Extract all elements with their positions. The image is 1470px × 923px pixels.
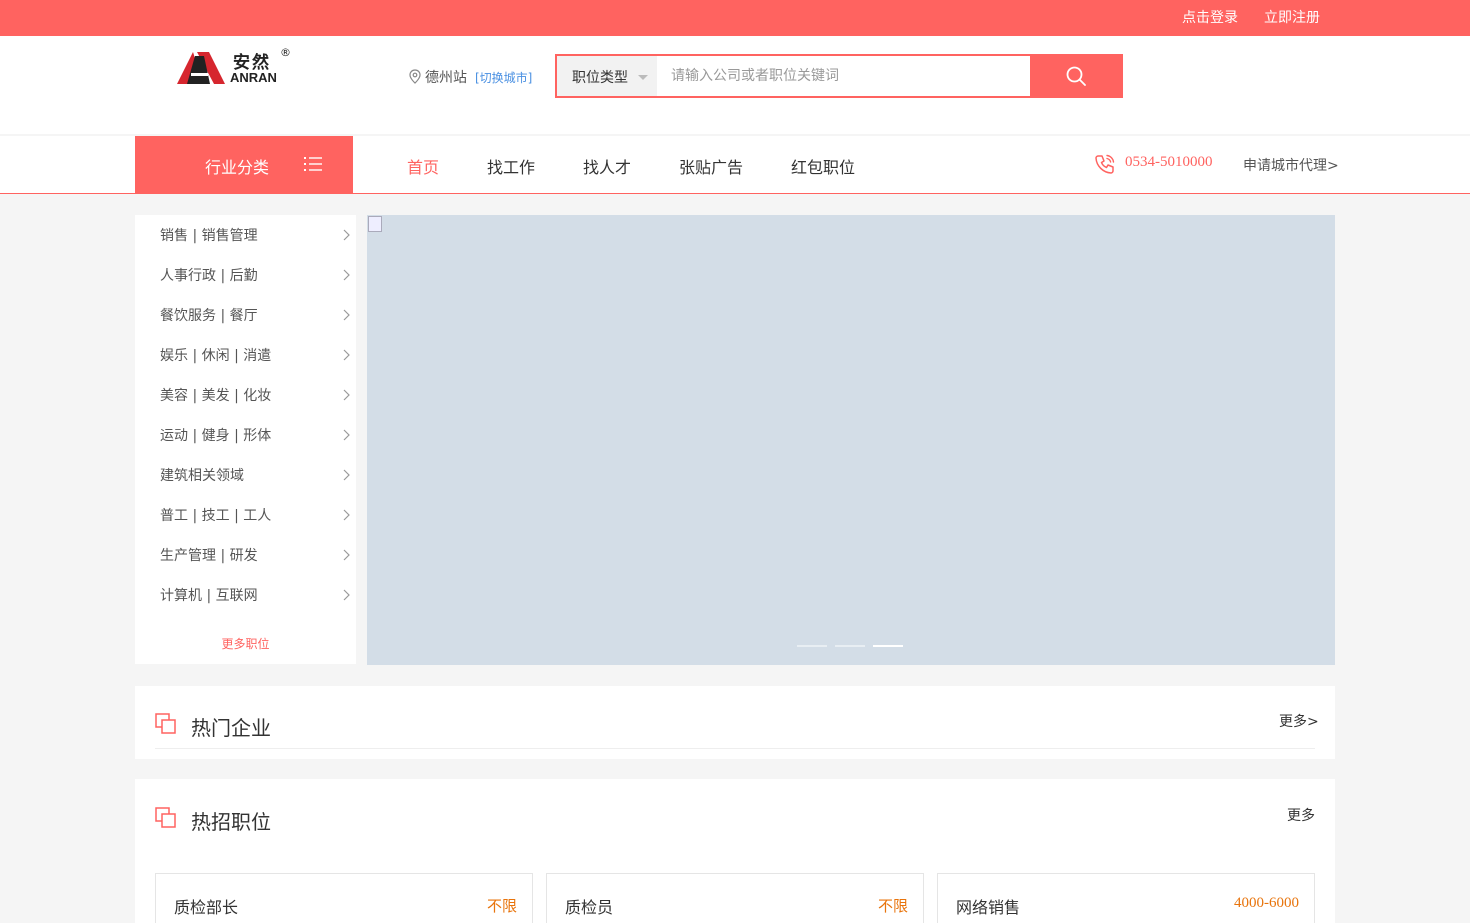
hot-jobs-more-link[interactable]: 更多 (1287, 805, 1315, 825)
job-card[interactable]: 质检部长 不限 (155, 873, 533, 923)
nav-item-find-talent[interactable]: 找人才 (583, 154, 631, 178)
job-title[interactable]: 质检员 (565, 894, 613, 918)
carousel-dot-1[interactable] (797, 645, 827, 647)
chevron-right-icon (343, 509, 350, 521)
chevron-right-icon (343, 549, 350, 561)
sidebar-item-entertainment[interactable]: 娱乐 | 休闲 | 消遣 (135, 335, 356, 375)
category-sidebar: 销售 | 销售管理 人事行政 | 后勤 餐饮服务 | 餐厅 娱乐 | 休闲 | … (135, 215, 356, 664)
sidebar-item-label: 建筑相关领域 (160, 468, 244, 484)
category-label: 行业分类 (205, 158, 270, 177)
job-salary: 4000-6000 (1234, 895, 1299, 911)
search-bar: 职位类型 (555, 54, 1123, 98)
hotline-number: 0534-5010000 (1125, 154, 1213, 170)
carousel-dot-3[interactable] (873, 645, 903, 647)
nav-item-post-ad[interactable]: 张贴广告 (679, 154, 743, 178)
banner-carousel[interactable] (367, 215, 1335, 665)
job-title[interactable]: 网络销售 (956, 894, 1020, 918)
section-title: 热门企业 (191, 716, 271, 740)
sidebar-item-label: 普工 | 技工 | 工人 (160, 508, 272, 524)
sidebar-item-label: 计算机 | 互联网 (160, 588, 258, 604)
location-pin-icon (409, 69, 421, 84)
sidebar-item-sports[interactable]: 运动 | 健身 | 形体 (135, 415, 356, 455)
logo[interactable]: 安然 ANRAN ® (177, 46, 297, 88)
hot-jobs-panel: 热招职位 更多 质检部长 不限 质检员 不限 网络销售 4000-6000 (135, 779, 1335, 923)
sidebar-item-label: 餐饮服务 | 餐厅 (160, 308, 258, 324)
chevron-right-icon (343, 469, 350, 481)
register-link[interactable]: 立即注册 (1264, 8, 1320, 28)
caret-down-icon (638, 75, 648, 80)
section-title: 热招职位 (191, 810, 271, 834)
sidebar-item-hr-admin[interactable]: 人事行政 | 后勤 (135, 255, 356, 295)
job-type-label: 职位类型 (572, 70, 628, 86)
top-bar: 点击登录 立即注册 (0, 0, 1470, 36)
more-jobs-link[interactable]: 更多职位 (135, 635, 356, 652)
main-nav: 行业分类 首页 找工作 找人才 张贴广告 红包职位 0534-5010000 申… (0, 136, 1470, 194)
login-link[interactable]: 点击登录 (1182, 8, 1238, 28)
sidebar-item-catering[interactable]: 餐饮服务 | 餐厅 (135, 295, 356, 335)
registered-mark: ® (280, 46, 291, 59)
sidebar-item-label: 人事行政 | 后勤 (160, 268, 258, 284)
job-card[interactable]: 网络销售 4000-6000 (937, 873, 1315, 923)
phone-icon (1095, 154, 1115, 174)
search-button[interactable] (1030, 54, 1123, 98)
city-name: 德州站 (425, 70, 467, 86)
job-salary: 不限 (486, 899, 517, 915)
chevron-right-icon (343, 269, 350, 281)
broken-image-icon (368, 216, 382, 232)
sidebar-item-sales[interactable]: 销售 | 销售管理 (135, 215, 356, 255)
sidebar-item-construction[interactable]: 建筑相关领域 (135, 455, 356, 495)
sidebar-item-label: 生产管理 | 研发 (160, 548, 258, 564)
chevron-right-icon (343, 349, 350, 361)
job-card[interactable]: 质检员 不限 (546, 873, 924, 923)
apply-city-agent-link[interactable]: 申请城市代理> (1243, 155, 1339, 175)
job-type-dropdown[interactable]: 职位类型 (557, 56, 657, 96)
hot-companies-panel: 热门企业 更多> (135, 686, 1335, 759)
nav-item-home[interactable]: 首页 (407, 154, 439, 178)
divider (155, 748, 1315, 749)
logo-text-en: ANRAN (230, 70, 277, 85)
chevron-right-icon (343, 309, 350, 321)
chevron-right-icon (343, 589, 350, 601)
sidebar-item-label: 运动 | 健身 | 形体 (160, 428, 272, 444)
chevron-right-icon (343, 229, 350, 241)
sidebar-item-beauty[interactable]: 美容 | 美发 | 化妆 (135, 375, 356, 415)
switch-city-link[interactable]: [切换城市] (475, 69, 532, 86)
sidebar-item-label: 美容 | 美发 | 化妆 (160, 388, 272, 404)
job-salary: 不限 (877, 899, 908, 915)
sidebar-item-label: 销售 | 销售管理 (160, 228, 258, 244)
section-icon (155, 713, 176, 734)
section-icon (155, 807, 176, 828)
carousel-dot-2[interactable] (835, 645, 865, 647)
search-input[interactable] (657, 56, 1029, 96)
header: 安然 ANRAN ® 德州站 [切换城市] 职位类型 (0, 36, 1470, 134)
sidebar-item-label: 娱乐 | 休闲 | 消遣 (160, 348, 272, 364)
search-icon (1066, 66, 1086, 86)
sidebar-item-production[interactable]: 生产管理 | 研发 (135, 535, 356, 575)
chevron-right-icon (343, 389, 350, 401)
sidebar-item-workers[interactable]: 普工 | 技工 | 工人 (135, 495, 356, 535)
category-menu-button[interactable]: 行业分类 (135, 136, 353, 194)
hot-companies-more-link[interactable]: 更多> (1279, 711, 1319, 731)
list-menu-icon (304, 157, 322, 171)
nav-item-red-packet-jobs[interactable]: 红包职位 (791, 154, 855, 178)
chevron-right-icon (343, 429, 350, 441)
sidebar-item-computer[interactable]: 计算机 | 互联网 (135, 575, 356, 615)
nav-item-find-job[interactable]: 找工作 (487, 154, 535, 178)
logo-mark-icon (177, 52, 225, 84)
job-title[interactable]: 质检部长 (174, 894, 238, 918)
